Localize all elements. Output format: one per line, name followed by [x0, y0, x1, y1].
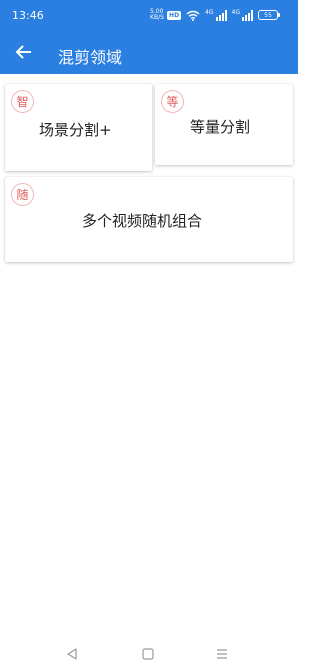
wifi-icon	[186, 6, 200, 25]
page-title: 混剪领域	[58, 48, 123, 67]
card-equal-split[interactable]: 等 等量分割	[155, 84, 293, 165]
system-nav-bar	[0, 638, 298, 672]
card-badge: 智	[11, 90, 34, 113]
card-label: 场景分割+	[39, 121, 112, 139]
back-triangle-icon[interactable]	[64, 646, 80, 662]
sim2-network-label: 4G	[231, 9, 240, 16]
card-random-combine[interactable]: 随 多个视频随机组合	[5, 177, 293, 262]
network-speed: 5.00 KB/S	[150, 9, 164, 21]
sim1-network-label: 4G	[205, 9, 214, 16]
back-button[interactable]	[10, 41, 36, 67]
battery-level: 55	[264, 11, 272, 19]
card-scene-split[interactable]: 智 场景分割+	[5, 84, 152, 171]
app-bar: 混剪领域	[0, 34, 298, 74]
card-label: 等量分割	[190, 118, 251, 136]
card-badge: 随	[11, 183, 34, 206]
status-bar: 13:46 5.00 KB/S HD 4G 4G 55	[0, 0, 298, 34]
menu-lines-icon[interactable]	[214, 646, 230, 662]
arrow-left-icon	[14, 44, 32, 64]
card-badge: 等	[161, 90, 184, 113]
status-icons: 5.00 KB/S HD 4G 4G 55	[150, 6, 280, 25]
card-label: 多个视频随机组合	[82, 212, 203, 230]
network-speed-unit: KB/S	[150, 14, 164, 21]
signal-icon: 4G	[232, 9, 253, 21]
signal-icon: 4G	[205, 9, 227, 21]
battery-icon: 55	[258, 10, 280, 20]
home-square-icon[interactable]	[140, 646, 156, 662]
status-time: 13:46	[12, 9, 44, 22]
hd-badge: HD	[167, 10, 182, 20]
